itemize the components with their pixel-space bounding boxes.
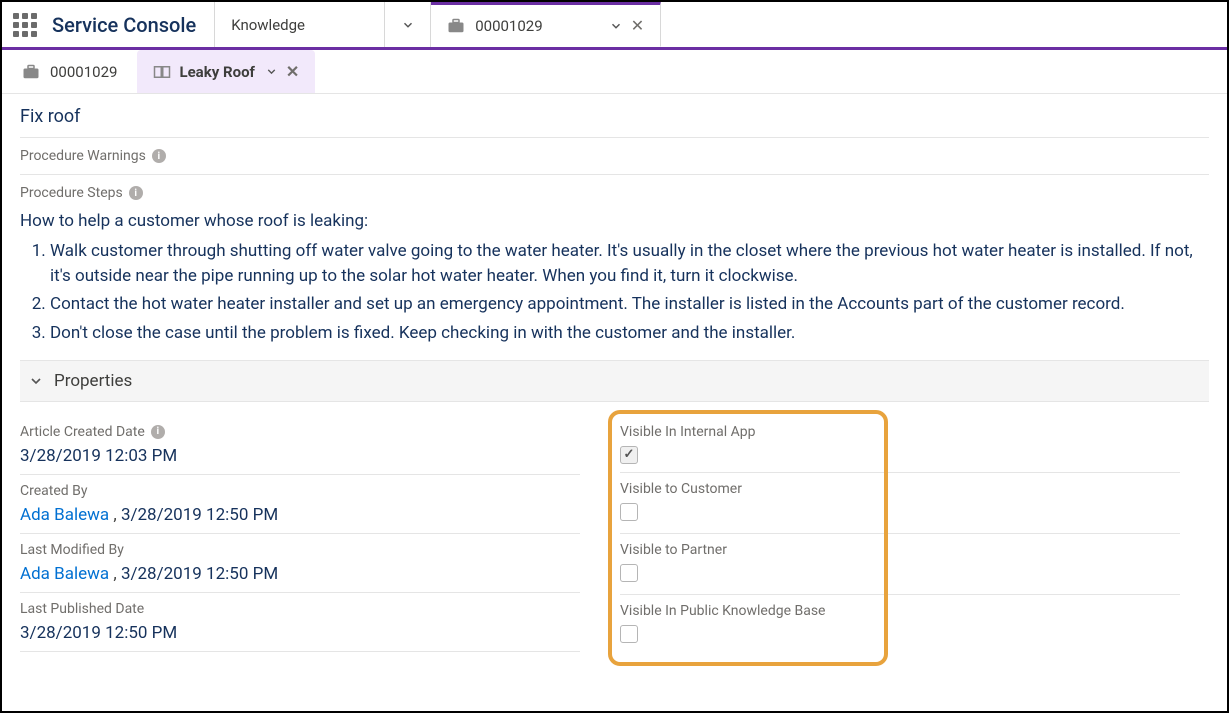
field-visible-internal: Visible In Internal App [620, 416, 1180, 473]
nav-tab-case[interactable]: 00001029 ✕ [431, 1, 661, 47]
app-name: Service Console [48, 2, 215, 47]
checkbox-visible-internal[interactable] [620, 446, 638, 464]
checkbox-visible-partner[interactable] [620, 564, 638, 582]
info-icon[interactable]: i [151, 425, 165, 439]
modified-by-link[interactable]: Ada Balewa [20, 564, 109, 584]
field-article-created-date: Article Created Date i 3/28/2019 12:03 P… [20, 416, 580, 475]
procedure-intro: How to help a customer whose roof is lea… [20, 205, 1209, 235]
chevron-down-icon [28, 373, 44, 389]
checkbox-visible-customer[interactable] [620, 503, 638, 521]
checkbox-visible-public[interactable] [620, 625, 638, 643]
close-icon[interactable]: ✕ [631, 16, 644, 35]
nav-knowledge-dropdown[interactable] [385, 2, 431, 47]
field-visible-partner: Visible to Partner [620, 534, 1180, 595]
subtab-bar: 00001029 Leaky Roof ✕ [2, 50, 1227, 94]
book-icon [153, 64, 171, 80]
properties-header[interactable]: Properties [20, 360, 1209, 402]
info-icon[interactable]: i [152, 149, 166, 163]
step-item: Contact the hot water heater installer a… [50, 292, 1209, 317]
field-created-by: Created By Ada Balewa , 3/28/2019 12:50 … [20, 475, 580, 534]
field-last-modified-by: Last Modified By Ada Balewa , 3/28/2019 … [20, 534, 580, 593]
procedure-steps-label: Procedure Steps i [20, 175, 1209, 205]
briefcase-icon [447, 18, 465, 33]
close-icon[interactable]: ✕ [286, 62, 299, 81]
chevron-down-icon [401, 18, 415, 32]
chevron-down-icon[interactable] [609, 19, 623, 33]
article-title: Fix roof [20, 104, 1209, 138]
field-last-published-date: Last Published Date 3/28/2019 12:50 PM [20, 593, 580, 652]
info-icon[interactable]: i [129, 186, 143, 200]
chevron-down-icon[interactable] [265, 65, 278, 78]
procedure-warnings-label: Procedure Warnings i [20, 138, 1209, 175]
article-content: Fix roof Procedure Warnings i Procedure … [2, 94, 1227, 655]
global-header: Service Console Knowledge 00001029 ✕ [2, 2, 1227, 50]
nav-case-label: 00001029 [475, 17, 542, 35]
subtab-case-label: 00001029 [50, 63, 117, 81]
procedure-steps-list: Walk customer through shutting off water… [20, 239, 1209, 346]
step-item: Don't close the case until the problem i… [50, 321, 1209, 346]
app-launcher-icon[interactable] [2, 2, 48, 47]
field-visible-customer: Visible to Customer [620, 473, 1180, 534]
subtab-article[interactable]: Leaky Roof ✕ [137, 50, 315, 93]
created-by-link[interactable]: Ada Balewa [20, 505, 109, 525]
subtab-case[interactable]: 00001029 [6, 50, 133, 93]
subtab-article-label: Leaky Roof [179, 63, 254, 81]
field-visible-public: Visible In Public Knowledge Base [620, 595, 1180, 655]
step-item: Walk customer through shutting off water… [50, 239, 1209, 288]
properties-grid: Article Created Date i 3/28/2019 12:03 P… [20, 416, 1209, 655]
nav-item-knowledge[interactable]: Knowledge [215, 2, 385, 47]
briefcase-icon [22, 64, 40, 79]
nav-knowledge-label: Knowledge [231, 16, 305, 34]
